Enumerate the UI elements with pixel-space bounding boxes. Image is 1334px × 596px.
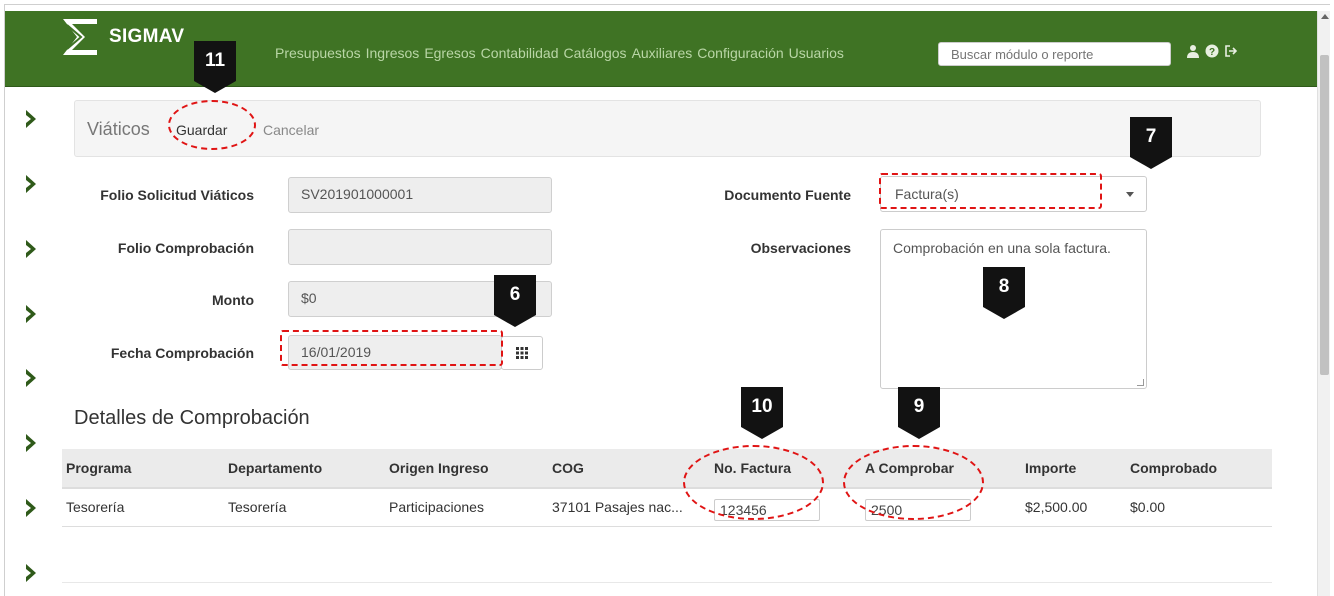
callout-badge: 6 [494, 275, 536, 327]
cell-importe: $2,500.00 [1021, 488, 1126, 527]
menu-contabilidad[interactable]: Contabilidad [481, 45, 559, 61]
sigma-logo-icon [63, 19, 97, 55]
page-scrollbar[interactable] [1317, 11, 1330, 596]
col-departamento: Departamento [224, 449, 385, 489]
calendar-grid-icon [516, 347, 528, 359]
sidebar-chevron-icon[interactable] [23, 497, 39, 519]
monto-label: Monto [212, 292, 254, 308]
sidebar-chevron-icon[interactable] [23, 303, 39, 325]
col-importe: Importe [1021, 449, 1126, 489]
observaciones-label: Observaciones [750, 240, 851, 256]
menu-auxiliares[interactable]: Auxiliares [632, 45, 693, 61]
svg-text:?: ? [1209, 47, 1215, 58]
callout-badge: 7 [1130, 117, 1172, 169]
folio-solicitud-label: Folio Solicitud Viáticos [100, 187, 254, 203]
brand[interactable]: SIGMAV [57, 15, 184, 59]
folio-comprobacion-label: Folio Comprobación [117, 240, 254, 256]
highlight-save-button [168, 100, 256, 150]
calendar-button[interactable] [501, 336, 543, 370]
cell-programa: Tesorería [62, 488, 224, 527]
table-row: Tesorería Tesorería Participaciones 3710… [62, 488, 1272, 527]
highlight-a-comprobar [843, 445, 984, 520]
menu-catalogos[interactable]: Catálogos [564, 45, 627, 61]
callout-badge: 11 [194, 41, 236, 93]
highlight-documento-fuente [879, 173, 1102, 209]
cancel-button[interactable]: Cancelar [263, 122, 319, 138]
observaciones-text: Comprobación en una sola factura. [893, 240, 1111, 256]
table-header-row: Programa Departamento Origen Ingreso COG… [62, 449, 1272, 489]
table-divider [62, 582, 1272, 583]
sidebar-chevron-icon[interactable] [23, 173, 39, 195]
callout-badge: 8 [983, 267, 1025, 319]
highlight-no-factura [683, 445, 824, 520]
callout-badge: 9 [898, 387, 940, 439]
resize-grip-icon[interactable] [1137, 379, 1144, 386]
menu-egresos[interactable]: Egresos [424, 45, 475, 61]
logout-icon[interactable] [1224, 44, 1238, 58]
app-frame: SIGMAV Presupuestos Ingresos Egresos Con… [4, 4, 1330, 596]
details-table: Programa Departamento Origen Ingreso COG… [62, 449, 1272, 527]
module-search-input[interactable] [938, 42, 1171, 66]
documento-fuente-label: Documento Fuente [724, 187, 851, 203]
sidebar-chevron-icon[interactable] [23, 367, 39, 389]
brand-name: SIGMAV [109, 26, 185, 47]
sidebar-chevron-icon[interactable] [23, 432, 39, 454]
callout-badge: 10 [741, 387, 783, 439]
col-origen-ingreso: Origen Ingreso [385, 449, 548, 489]
help-icon[interactable]: ? [1205, 44, 1219, 58]
col-programa: Programa [62, 449, 224, 489]
cell-departamento: Tesorería [224, 488, 385, 527]
sidebar-chevron-icon[interactable] [23, 238, 39, 260]
menu-configuracion[interactable]: Configuración [697, 45, 783, 61]
cell-comprobado: $0.00 [1126, 488, 1272, 527]
scroll-up-arrow-icon[interactable] [1321, 14, 1329, 19]
details-section-title: Detalles de Comprobación [74, 407, 310, 429]
folio-comprobacion-field [288, 229, 552, 265]
page-title: Viáticos [87, 119, 150, 139]
menu-usuarios[interactable]: Usuarios [789, 45, 844, 61]
scroll-thumb[interactable] [1320, 55, 1329, 375]
chevron-down-icon [1126, 192, 1134, 197]
cell-origen-ingreso: Participaciones [385, 488, 548, 527]
sidebar-chevron-icon[interactable] [23, 108, 39, 130]
fecha-comprobacion-label: Fecha Comprobación [110, 345, 254, 361]
col-comprobado: Comprobado [1126, 449, 1272, 489]
sidebar-chevron-icon[interactable] [23, 562, 39, 584]
main-menu: Presupuestos Ingresos Egresos Contabilid… [275, 45, 844, 61]
folio-solicitud-field: SV201901000001 [288, 177, 552, 213]
highlight-fecha-comprobacion [280, 330, 503, 366]
user-icon[interactable] [1186, 44, 1200, 58]
menu-ingresos[interactable]: Ingresos [366, 45, 420, 61]
nav-icons: ? [1186, 44, 1238, 58]
menu-presupuestos[interactable]: Presupuestos [275, 45, 361, 61]
